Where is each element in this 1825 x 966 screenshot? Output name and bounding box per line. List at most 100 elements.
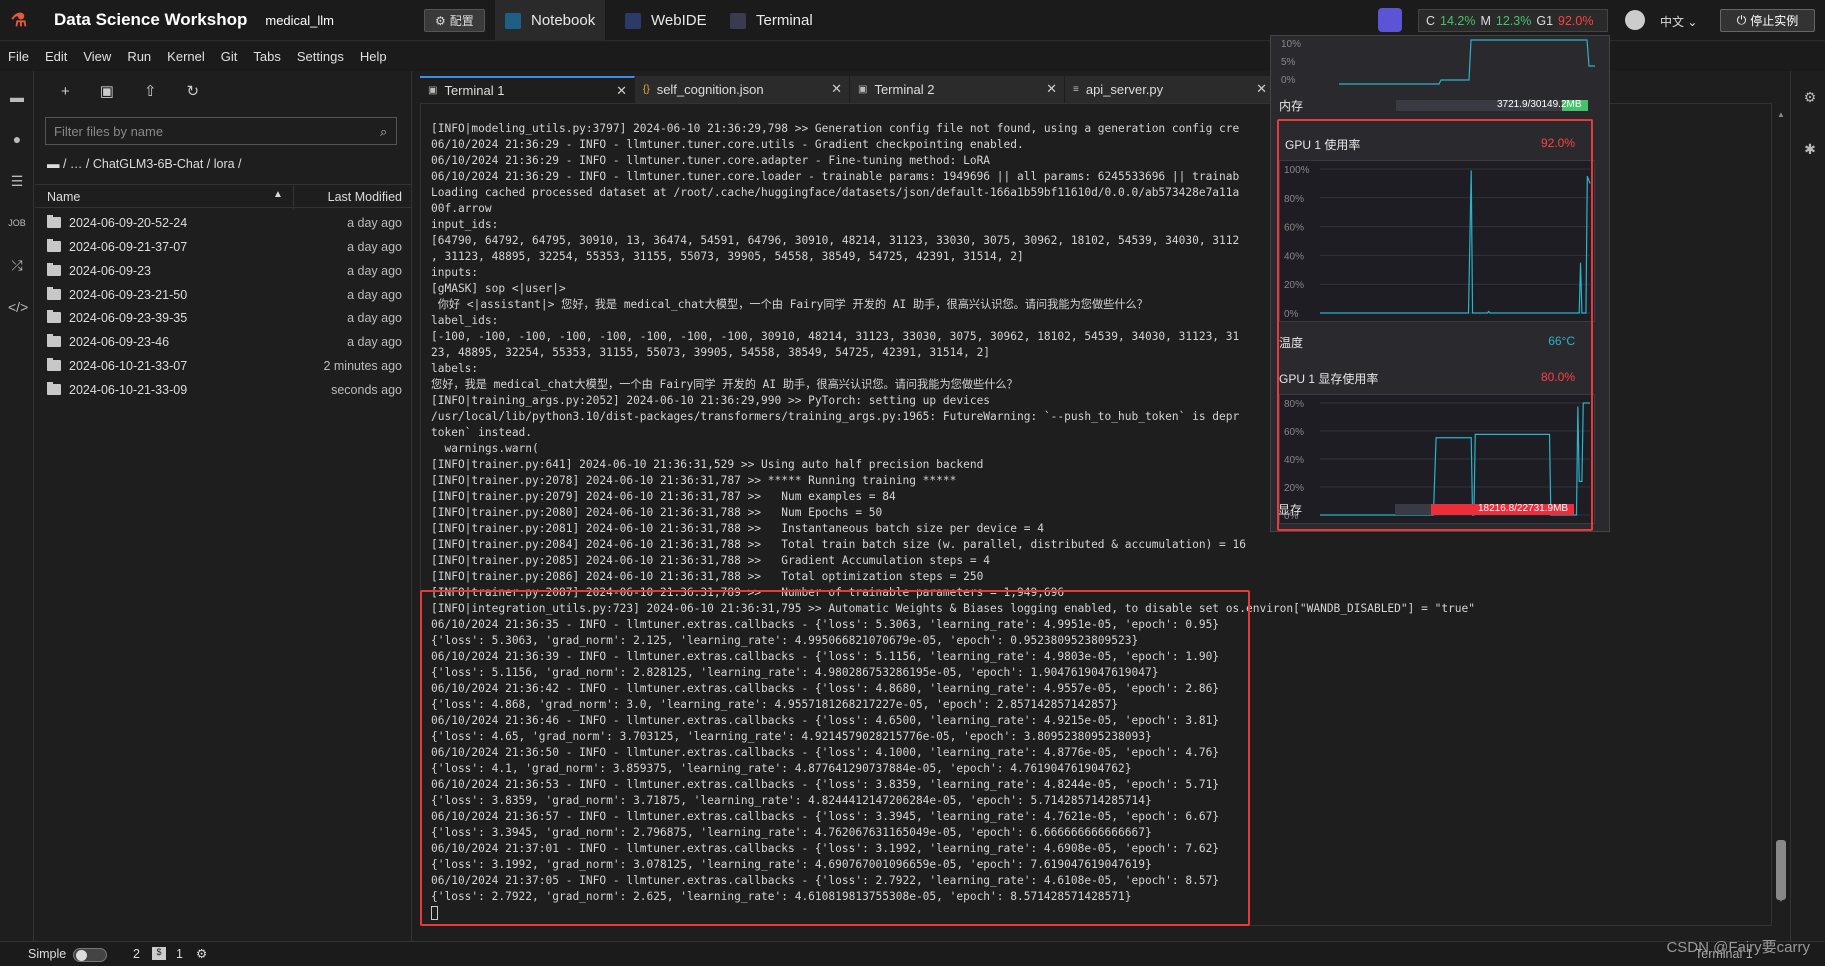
running-icon[interactable]: ● xyxy=(8,131,26,147)
tab-api-server[interactable]: ≡ api_server.py ✕ xyxy=(1065,76,1275,103)
jobs-icon[interactable]: JOB xyxy=(8,215,26,231)
cpu-value: 14.2% xyxy=(1440,13,1476,28)
close-icon[interactable]: ✕ xyxy=(831,81,842,97)
resource-stats[interactable]: C 14.2% M 12.3% G1 92.0% xyxy=(1418,9,1608,32)
stop-instance-button[interactable]: ⏻ 停止实例 xyxy=(1720,9,1815,32)
folder-icon xyxy=(47,263,61,276)
webide-icon xyxy=(625,12,641,29)
folder-icon xyxy=(47,287,61,300)
menu-help[interactable]: Help xyxy=(352,49,395,64)
list-item[interactable]: 2024-06-09-20-52-24 a day ago xyxy=(35,211,412,235)
file-modified: a day ago xyxy=(347,240,402,254)
file-modified: a day ago xyxy=(347,264,402,278)
list-item[interactable]: 2024-06-09-23 a day ago xyxy=(35,259,412,283)
memory-label: 内存 xyxy=(1279,99,1304,113)
list-item[interactable]: 2024-06-10-21-33-09 seconds ago xyxy=(35,378,412,402)
list-item[interactable]: 2024-06-09-23-39-35 a day ago xyxy=(35,306,412,330)
status-bar: Simple 2 $ 1 ⚙ Terminal 1 xyxy=(0,941,1825,966)
folder-icon xyxy=(47,358,61,371)
watermark: CSDN @Fairy要carry xyxy=(1666,939,1810,956)
file-modified: a day ago xyxy=(347,216,402,230)
tick-label: 10% xyxy=(1281,39,1301,50)
upload-icon[interactable]: ⇧ xyxy=(144,82,157,100)
close-icon[interactable]: ✕ xyxy=(1046,81,1057,97)
new-folder-icon[interactable]: ▣ xyxy=(100,82,114,100)
tab-notebook[interactable]: Notebook xyxy=(495,0,606,41)
tick-label: 0% xyxy=(1281,75,1296,86)
config-label: 配置 xyxy=(449,14,474,28)
memory-row: 内存 3721.9/30149.2MB xyxy=(1279,97,1595,115)
terminal-line: [INFO|trainer.py:2086] 2024-06-10 21:36:… xyxy=(431,570,984,583)
scroll-up-icon[interactable]: ▲ xyxy=(1775,110,1787,119)
file-name: 2024-06-09-21-37-07 xyxy=(69,240,188,254)
gpu-label: G1 xyxy=(1536,13,1554,28)
file-name: 2024-06-09-23-46 xyxy=(69,335,170,349)
column-name[interactable]: Name xyxy=(47,190,80,204)
file-name: 2024-06-09-20-52-24 xyxy=(69,216,188,230)
menu-view[interactable]: View xyxy=(75,49,119,64)
close-icon[interactable]: ✕ xyxy=(616,83,627,99)
menu-file[interactable]: File xyxy=(0,49,37,64)
tab-webide-label: WebIDE xyxy=(651,12,707,29)
terminal-scrollbar[interactable]: ▲ ▼ xyxy=(1775,110,1787,905)
breadcrumb[interactable]: ▬ / … / ChatGLM3-6B-Chat / lora / xyxy=(47,157,242,171)
tab-webide[interactable]: WebIDE xyxy=(615,0,717,41)
search-input[interactable] xyxy=(45,117,397,145)
scroll-down-icon[interactable]: ▼ xyxy=(1775,895,1787,904)
folder-icon xyxy=(47,239,61,252)
file-modified: a day ago xyxy=(347,288,402,302)
list-item[interactable]: 2024-06-09-21-37-07 a day ago xyxy=(35,235,412,259)
menu-kernel[interactable]: Kernel xyxy=(159,49,213,64)
memory-chart: 10% 5% 0% xyxy=(1279,36,1595,86)
menu-tabs[interactable]: Tabs xyxy=(245,49,288,64)
monitor-icon[interactable] xyxy=(1378,8,1402,32)
tab-terminal-1[interactable]: ▣ Terminal 1 ✕ xyxy=(420,76,635,103)
tab-label: Terminal 1 xyxy=(444,83,505,98)
menu-edit[interactable]: Edit xyxy=(37,49,75,64)
git-icon[interactable]: ⤮ xyxy=(8,257,26,273)
settings-icon[interactable]: ⚙ xyxy=(196,946,207,961)
list-item[interactable]: 2024-06-10-21-33-07 2 minutes ago xyxy=(35,354,412,378)
column-modified[interactable]: Last Modified xyxy=(328,190,402,204)
menu-git[interactable]: Git xyxy=(213,49,246,64)
folder-icon xyxy=(47,215,61,228)
config-button[interactable]: ⚙ 配置 xyxy=(424,9,485,32)
file-modified: a day ago xyxy=(347,335,402,349)
tab-terminal[interactable]: Terminal xyxy=(720,0,823,41)
scrollbar-thumb[interactable] xyxy=(1776,840,1786,900)
tab-terminal-2[interactable]: ▣ Terminal 2 ✕ xyxy=(850,76,1065,103)
sort-up-icon: ▲ xyxy=(273,189,283,200)
tab-self-cognition[interactable]: {} self_cognition.json ✕ xyxy=(635,76,850,103)
avatar[interactable] xyxy=(1625,10,1645,30)
simple-mode-toggle[interactable] xyxy=(73,948,107,962)
cpu-label: C xyxy=(1426,13,1436,28)
notebook-icon xyxy=(505,12,521,29)
tab-label: Terminal 2 xyxy=(874,82,935,97)
stop-instance-label: 停止实例 xyxy=(1750,14,1799,28)
folder-icon[interactable]: ▬ xyxy=(8,89,26,105)
breadcrumb-path: / … / ChatGLM3-6B-Chat / lora / xyxy=(62,157,242,171)
file-modified: seconds ago xyxy=(331,383,402,397)
terminal-line: [INFO|trainer.py:2084] 2024-06-10 21:36:… xyxy=(431,538,1246,551)
language-select[interactable]: 中文 ⌄ xyxy=(1660,13,1697,30)
new-launcher-icon[interactable]: + xyxy=(61,83,70,100)
menu-run[interactable]: Run xyxy=(119,49,159,64)
toc-icon[interactable]: ☰ xyxy=(8,173,26,189)
close-icon[interactable]: ✕ xyxy=(1256,81,1267,97)
json-icon: {} xyxy=(643,84,650,95)
search-icon: ⌕ xyxy=(380,124,388,139)
power-icon: ⏻ xyxy=(1736,13,1747,27)
list-item[interactable]: 2024-06-09-23-46 a day ago xyxy=(35,330,412,354)
property-inspector-icon[interactable]: ⚙ xyxy=(1801,89,1819,105)
mem-label: M xyxy=(1480,13,1491,28)
refresh-icon[interactable]: ↻ xyxy=(187,82,200,100)
debugger-icon[interactable]: ✱ xyxy=(1801,141,1819,157)
gear-icon: ⚙ xyxy=(435,13,446,28)
folder-icon xyxy=(47,310,61,323)
terminal-icon: ▣ xyxy=(428,85,438,96)
tab-label: api_server.py xyxy=(1085,82,1164,97)
code-icon[interactable]: </> xyxy=(8,299,28,315)
list-item[interactable]: 2024-06-09-23-21-50 a day ago xyxy=(35,283,412,307)
menu-settings[interactable]: Settings xyxy=(289,49,352,64)
file-icon: ≡ xyxy=(1073,84,1079,95)
